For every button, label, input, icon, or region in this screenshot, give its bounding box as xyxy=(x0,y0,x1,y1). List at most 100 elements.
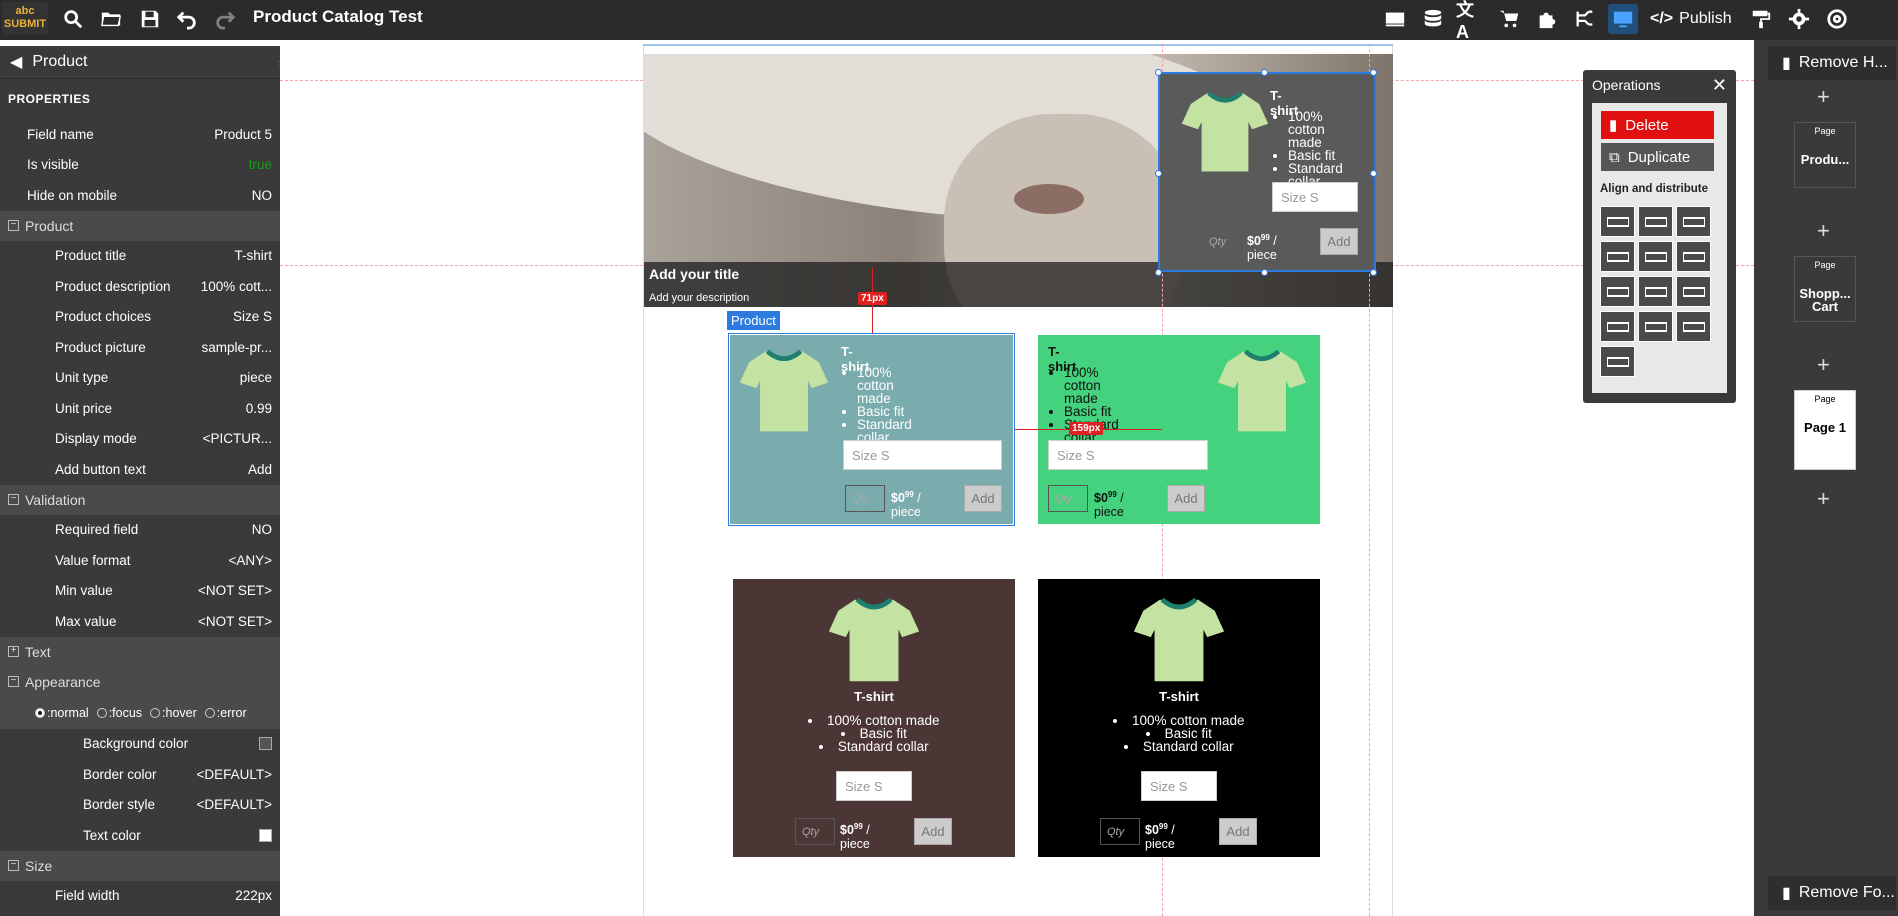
property-row[interactable]: Hide on mobile NO xyxy=(0,180,280,211)
property-row[interactable]: Field name Product 5 xyxy=(0,119,280,150)
add-button[interactable]: Add xyxy=(1167,485,1205,512)
add-button[interactable]: Add xyxy=(914,818,952,845)
section-text[interactable]: + Text xyxy=(0,636,280,667)
size-select[interactable]: Size S xyxy=(1048,440,1208,470)
distribute-h-icon[interactable] xyxy=(1600,276,1635,307)
property-value[interactable]: sample-pr... xyxy=(201,340,272,355)
undo-icon[interactable] xyxy=(172,4,202,34)
space-v-icon[interactable] xyxy=(1600,346,1635,377)
add-page-icon[interactable]: + xyxy=(1817,84,1830,110)
property-value[interactable]: 222px xyxy=(235,888,272,903)
resize-handle[interactable] xyxy=(1155,269,1162,276)
property-value[interactable]: <DEFAULT> xyxy=(196,767,272,782)
property-value[interactable]: <DEFAULT> xyxy=(196,797,272,812)
state-focus[interactable]: :focus xyxy=(96,706,142,720)
property-row[interactable]: Add button text Add xyxy=(0,454,280,485)
property-row[interactable]: Max value <NOT SET> xyxy=(0,606,280,637)
add-page-icon[interactable]: + xyxy=(1817,352,1830,378)
property-row[interactable]: Display mode <PICTUR... xyxy=(0,424,280,455)
property-value[interactable]: Product 5 xyxy=(214,127,272,142)
state-normal[interactable]: :normal xyxy=(35,706,89,720)
product-tag[interactable]: Product xyxy=(727,311,780,330)
property-value[interactable]: <ANY> xyxy=(228,553,272,568)
app-logo[interactable]: abc SUBMIT xyxy=(2,2,48,35)
hero-description[interactable]: Add your description xyxy=(649,292,749,304)
property-row[interactable]: Border color <DEFAULT> xyxy=(0,759,280,790)
align-middle-icon[interactable] xyxy=(1638,241,1673,272)
puzzle-icon[interactable] xyxy=(1532,4,1562,34)
property-value[interactable]: 100% cott... xyxy=(201,279,272,294)
help-icon[interactable] xyxy=(1822,4,1852,34)
resize-handle[interactable] xyxy=(1155,69,1162,76)
publish-button[interactable]: </> Publish xyxy=(1650,4,1740,34)
add-page-icon[interactable]: + xyxy=(1817,486,1830,512)
section-validation[interactable]: − Validation xyxy=(0,484,280,515)
property-row[interactable]: Product description 100% cott... xyxy=(0,271,280,302)
resize-handle[interactable] xyxy=(1370,69,1377,76)
save-icon[interactable] xyxy=(135,4,165,34)
redo-icon[interactable] xyxy=(210,4,240,34)
same-height-icon[interactable] xyxy=(1600,311,1635,342)
property-row[interactable]: Border style <DEFAULT> xyxy=(0,790,280,821)
state-hover[interactable]: :hover xyxy=(150,706,197,720)
resize-handle[interactable] xyxy=(1370,269,1377,276)
cart-icon[interactable] xyxy=(1494,4,1524,34)
property-row[interactable]: Unit type piece xyxy=(0,363,280,394)
database-icon[interactable] xyxy=(1418,4,1448,34)
distribute-v-icon[interactable] xyxy=(1638,276,1673,307)
same-width-icon[interactable] xyxy=(1676,276,1711,307)
resize-handle[interactable] xyxy=(1261,269,1268,276)
property-row[interactable]: Unit price 0.99 xyxy=(0,393,280,424)
resize-handle[interactable] xyxy=(1155,170,1162,177)
align-left-icon[interactable] xyxy=(1600,206,1635,237)
panel-header[interactable]: ◀ Product xyxy=(0,46,280,79)
remove-header-button[interactable]: ▮ Remove H... xyxy=(1768,46,1896,80)
same-size-icon[interactable] xyxy=(1638,311,1673,342)
remove-footer-button[interactable]: ▮ Remove Fo... xyxy=(1768,876,1896,910)
add-page-icon[interactable]: + xyxy=(1817,218,1830,244)
search-icon[interactable] xyxy=(58,4,88,34)
section-appearance[interactable]: − Appearance xyxy=(0,666,280,697)
align-right-icon[interactable] xyxy=(1676,206,1711,237)
property-value[interactable]: 0.99 xyxy=(246,401,272,416)
property-value[interactable]: true xyxy=(249,157,272,172)
space-h-icon[interactable] xyxy=(1676,311,1711,342)
desktop-icon[interactable] xyxy=(1608,4,1638,34)
property-value[interactable]: piece xyxy=(240,370,272,385)
property-row[interactable]: Required field NO xyxy=(0,515,280,546)
close-icon[interactable]: ✕ xyxy=(1712,75,1727,96)
quantity-input[interactable]: Qty xyxy=(1048,485,1088,512)
property-row[interactable]: Product picture sample-pr... xyxy=(0,332,280,363)
page-thumb-products[interactable]: Page Produ... xyxy=(1794,122,1856,188)
align-center-h-icon[interactable] xyxy=(1638,206,1673,237)
property-row[interactable]: Is visible true xyxy=(0,150,280,181)
open-folder-icon[interactable] xyxy=(96,4,126,34)
quantity-input[interactable]: Qty xyxy=(1100,818,1140,845)
property-row[interactable]: Min value <NOT SET> xyxy=(0,576,280,607)
property-row[interactable]: Field width 222px xyxy=(0,881,280,912)
size-select[interactable]: Size S xyxy=(836,771,912,801)
align-bottom-icon[interactable] xyxy=(1676,241,1711,272)
delete-button[interactable]: ▮ Delete xyxy=(1601,111,1714,139)
align-top-icon[interactable] xyxy=(1600,241,1635,272)
duplicate-button[interactable]: ⧉ Duplicate xyxy=(1601,143,1714,171)
property-row[interactable]: Text color xyxy=(0,820,280,851)
hero-title[interactable]: Add your title xyxy=(649,266,739,282)
back-arrow-icon[interactable]: ◀ xyxy=(10,52,22,72)
color-swatch[interactable] xyxy=(259,828,272,842)
state-error[interactable]: :error xyxy=(204,706,247,720)
paint-roller-icon[interactable] xyxy=(1746,4,1776,34)
resize-handle[interactable] xyxy=(1261,69,1268,76)
property-value[interactable]: Add xyxy=(248,462,272,477)
resize-handle[interactable] xyxy=(1370,170,1377,177)
logic-icon[interactable] xyxy=(1570,4,1600,34)
page-thumb-page1[interactable]: Page Page 1 xyxy=(1794,390,1856,470)
property-value[interactable]: NO xyxy=(252,522,272,537)
add-button[interactable]: Add xyxy=(1219,818,1257,845)
property-value[interactable]: <NOT SET> xyxy=(198,614,272,629)
size-select[interactable]: Size S xyxy=(1141,771,1217,801)
layout-icon[interactable] xyxy=(1380,4,1410,34)
property-value[interactable]: T-shirt xyxy=(234,248,272,263)
property-row[interactable]: Value format <ANY> xyxy=(0,545,280,576)
page-thumb-cart[interactable]: Page Shopp... Cart xyxy=(1794,256,1856,322)
